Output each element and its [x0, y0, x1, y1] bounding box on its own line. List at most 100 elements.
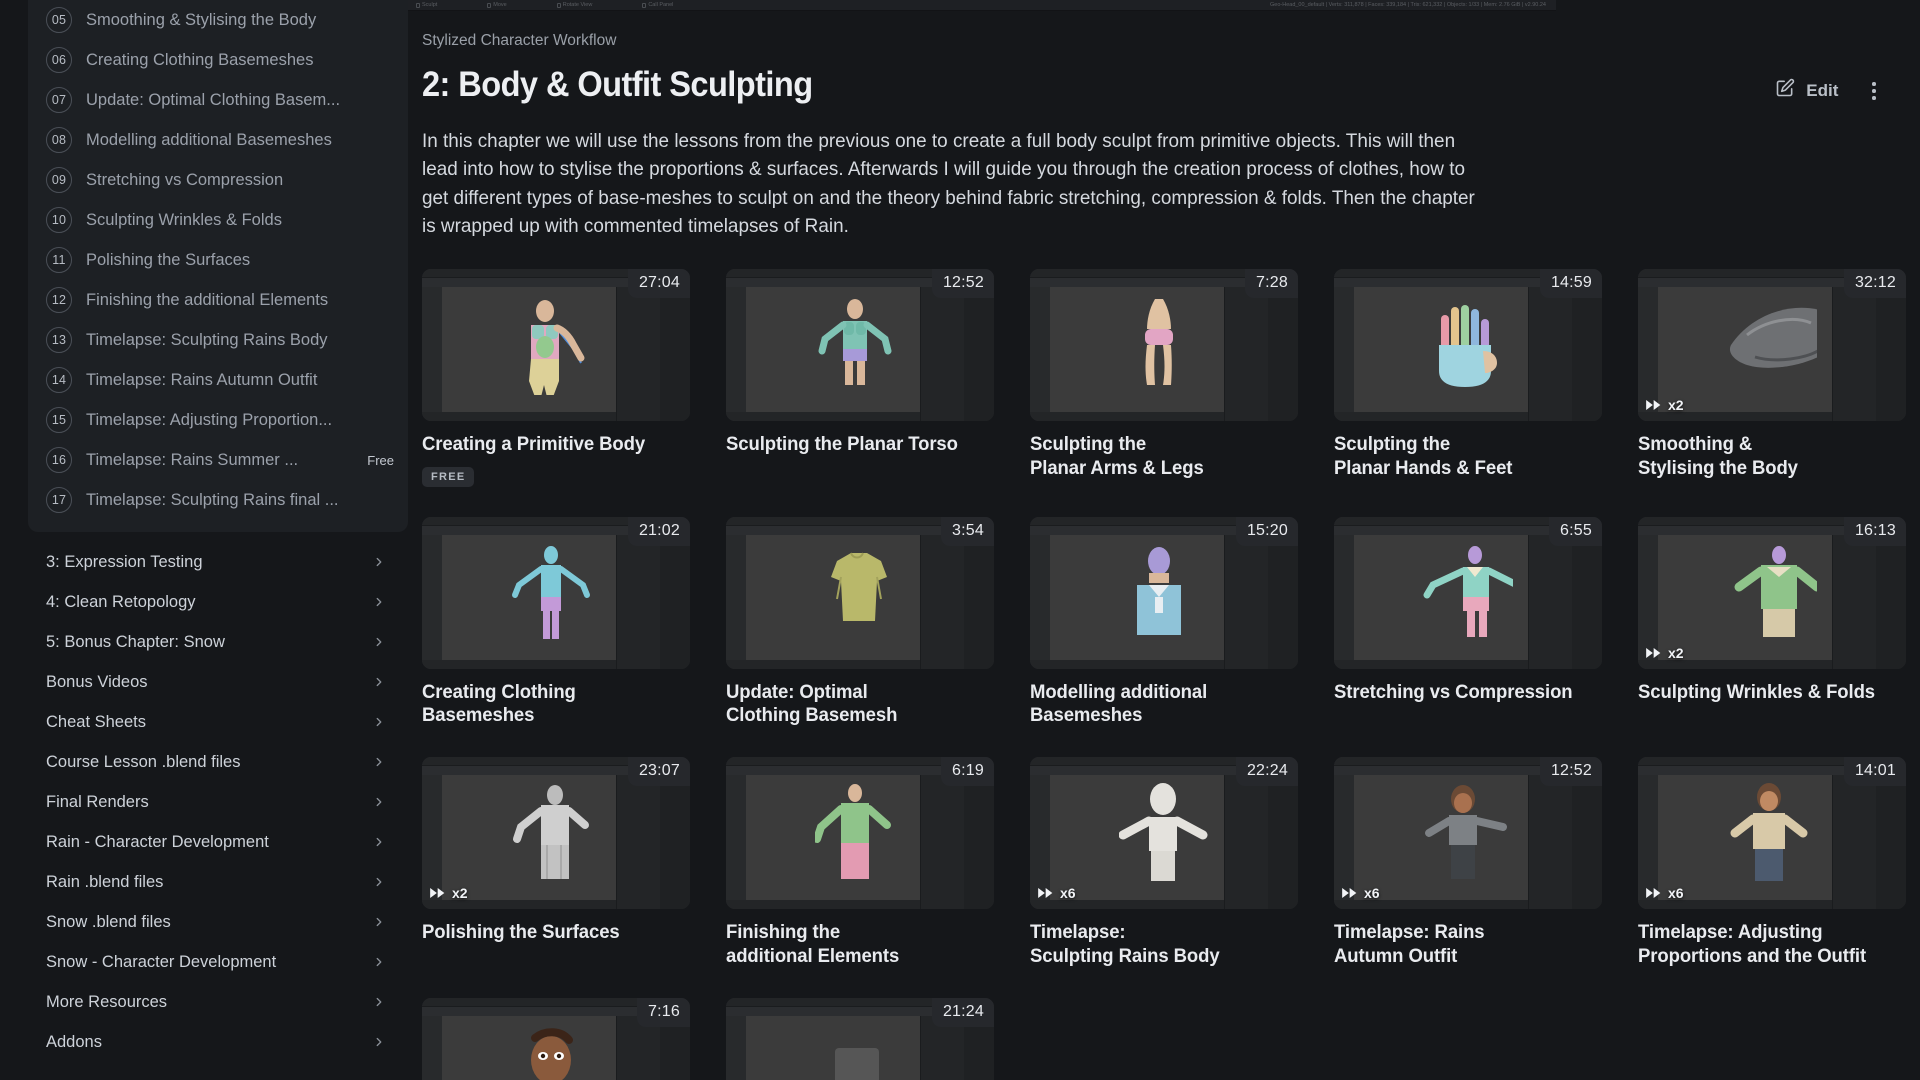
chapter-row[interactable]: 5: Bonus Chapter: Snow — [28, 622, 408, 662]
lesson-row[interactable]: 10 Sculpting Wrinkles & Folds — [28, 200, 408, 240]
lesson-row[interactable]: 08 Modelling additional Basemeshes — [28, 120, 408, 160]
lesson-row[interactable]: 09 Stretching vs Compression — [28, 160, 408, 200]
lesson-card[interactable]: 12:52 Sculpting the Planar Torso — [726, 269, 1026, 516]
thumbnail-subject — [815, 543, 905, 643]
lesson-card[interactable]: 12:52 x6 Timelapse: Rains Autumn Outfit — [1334, 757, 1634, 998]
lesson-thumbnail[interactable]: 6:19 — [726, 757, 994, 910]
course-sidebar[interactable]: 05 Smoothing & Stylising the Body 06 Creati… — [0, 0, 408, 1080]
chapter-row[interactable]: Rain - Character Development — [28, 822, 408, 862]
thumbnail-art — [1734, 545, 1822, 637]
chapter-row[interactable]: More Resources — [28, 982, 408, 1022]
lesson-card[interactable]: 6:19 Finishing the additional Elements — [726, 757, 1026, 998]
lesson-number: 15 — [46, 407, 72, 433]
lesson-card[interactable]: 32:12 x2 Smoothing & Stylising the Body — [1638, 269, 1920, 516]
more-options-icon[interactable] — [1868, 78, 1880, 104]
lesson-thumbnail[interactable]: 21:02 — [422, 516, 690, 669]
chapter-row[interactable]: 4: Clean Retopology — [28, 582, 408, 622]
main-content: Stylized Character Workflow 2: Body & Ou… — [408, 11, 1920, 1080]
lesson-thumbnail[interactable]: 16:13 x2 — [1638, 516, 1906, 669]
lesson-card[interactable]: 3:54 Update: Optimal Clothing Basemesh — [726, 516, 1026, 758]
lesson-card[interactable]: 23:07 x2 Polishing the Surfaces — [422, 757, 722, 998]
lesson-card-title: Stretching vs Compression — [1334, 680, 1573, 703]
lesson-row[interactable]: 07 Update: Optimal Clothing Basem... — [28, 80, 408, 120]
lesson-thumbnail[interactable]: 3:54 — [726, 516, 994, 669]
duration-badge: 7:28 — [1245, 269, 1298, 299]
lesson-thumbnail[interactable]: 14:59 — [1334, 269, 1602, 422]
lesson-card[interactable]: 15:20 Modelling additional Basemeshes — [1030, 516, 1330, 758]
lesson-card[interactable]: 7:28 Sculpting the Planar Arms & Legs — [1030, 269, 1330, 516]
lesson-row[interactable]: 11 Polishing the Surfaces — [28, 240, 408, 280]
lesson-title: Sculpting Wrinkles & Folds — [86, 210, 282, 229]
chapter-row[interactable]: Final Renders — [28, 782, 408, 822]
lesson-card[interactable]: 14:59 Sculpting the Planar Hands & Feet — [1334, 269, 1634, 516]
speed-badge: x2 — [1646, 645, 1684, 661]
lesson-row[interactable]: 17 Timelapse: Sculpting Rains final ... — [28, 480, 408, 520]
chapter-row[interactable]: Bonus Videos — [28, 662, 408, 702]
lesson-thumbnail[interactable]: 23:07 x2 — [422, 757, 690, 910]
chevron-right-icon — [372, 875, 386, 889]
lesson-card[interactable]: 21:24 — [726, 998, 1026, 1080]
chapter-row[interactable]: 3: Expression Testing — [28, 542, 408, 582]
lesson-number: 05 — [46, 7, 72, 33]
lesson-number: 07 — [46, 87, 72, 113]
lesson-thumbnail[interactable]: 14:01 x6 — [1638, 757, 1906, 910]
lesson-thumbnail[interactable]: 32:12 x2 — [1638, 269, 1906, 422]
chevron-right-icon — [372, 715, 386, 729]
lesson-thumbnail[interactable]: 6:55 — [1334, 516, 1602, 669]
speed-badge-label: x2 — [452, 885, 468, 902]
chapter-row[interactable]: Course Lesson .blend files — [28, 742, 408, 782]
edit-button[interactable]: Edit — [1775, 78, 1838, 103]
lesson-card[interactable]: 27:04 Creating a Primitive Body FREE — [422, 269, 722, 516]
chapter-row[interactable]: Snow .blend files — [28, 902, 408, 942]
lesson-thumbnail[interactable]: 22:24 x6 — [1030, 757, 1298, 910]
chapter-row[interactable]: Addons — [28, 1022, 408, 1062]
thumbnail-subject — [511, 1024, 601, 1080]
chapter-label: Snow .blend files — [46, 912, 171, 931]
lesson-card-title: Creating a Primitive Body — [422, 433, 646, 456]
lesson-thumbnail[interactable]: 27:04 — [422, 269, 690, 422]
lesson-thumbnail[interactable]: 15:20 — [1030, 516, 1298, 669]
title-row: 2: Body & Outfit Sculpting Edit — [422, 65, 1920, 105]
speed-badge: x6 — [1342, 885, 1380, 901]
lesson-title: Timelapse: Rains Summer ... — [86, 450, 299, 469]
lesson-row[interactable]: 15 Timelapse: Adjusting Proportion... — [28, 400, 408, 440]
lesson-row[interactable]: 06 Creating Clothing Basemeshes — [28, 40, 408, 80]
speed-badge-label: x2 — [1668, 397, 1684, 414]
lesson-row[interactable]: 13 Timelapse: Sculpting Rains Body — [28, 320, 408, 360]
lesson-number: 12 — [46, 287, 72, 313]
chapter-row[interactable]: Rain .blend files — [28, 862, 408, 902]
breadcrumb[interactable]: Stylized Character Workflow — [422, 32, 1920, 50]
lesson-row[interactable]: 05 Smoothing & Stylising the Body — [28, 0, 408, 40]
lesson-thumbnail[interactable]: 21:24 — [726, 998, 994, 1080]
thumbnail-subject — [1119, 543, 1209, 643]
chevron-right-icon — [372, 755, 386, 769]
blender-shortcut-item: Rotate View — [556, 2, 592, 8]
speed-badge: x2 — [1646, 397, 1684, 413]
chapter-row[interactable]: Snow - Character Development — [28, 942, 408, 982]
lesson-thumbnail[interactable]: 7:16 — [422, 998, 690, 1080]
lesson-card[interactable]: 21:02 Creating Clothing Basemeshes — [422, 516, 722, 758]
speed-badge-label: x6 — [1364, 885, 1380, 902]
duration-badge: 21:24 — [931, 998, 994, 1028]
chevron-right-icon — [372, 595, 386, 609]
thumbnail-art — [835, 1048, 879, 1080]
lesson-card-title: Sculpting the Planar Torso — [726, 433, 958, 456]
lesson-card[interactable]: 14:01 x6 Timelapse: Adjusting Proportions a… — [1638, 757, 1920, 998]
lesson-thumbnail[interactable]: 12:52 x6 — [1334, 757, 1602, 910]
thumbnail-art — [1137, 546, 1181, 635]
fast-forward-icon — [1646, 400, 1663, 411]
lesson-card[interactable]: 22:24 x6 Timelapse: Sculpting Rains Body — [1030, 757, 1330, 998]
lesson-row[interactable]: 16 Timelapse: Rains Summer ... Free — [28, 440, 408, 480]
chapter-row[interactable]: Cheat Sheets — [28, 702, 408, 742]
lesson-thumbnail[interactable]: 7:28 — [1030, 269, 1298, 422]
lesson-row[interactable]: 14 Timelapse: Rains Autumn Outfit — [28, 360, 408, 400]
thumbnail-subject — [813, 783, 905, 883]
lesson-row[interactable]: 12 Finishing the additional Elements — [28, 280, 408, 320]
lesson-card[interactable]: 7:16 — [422, 998, 722, 1080]
lesson-card[interactable]: 16:13 x2 Sculpting Wrinkles & Folds — [1638, 516, 1920, 758]
lesson-thumbnail[interactable]: 12:52 — [726, 269, 994, 422]
duration-badge: 22:24 — [1235, 757, 1298, 787]
duration-badge: 12:52 — [931, 269, 994, 299]
lesson-number: 11 — [46, 247, 72, 273]
lesson-card[interactable]: 6:55 Stretching vs Compression — [1334, 516, 1634, 758]
